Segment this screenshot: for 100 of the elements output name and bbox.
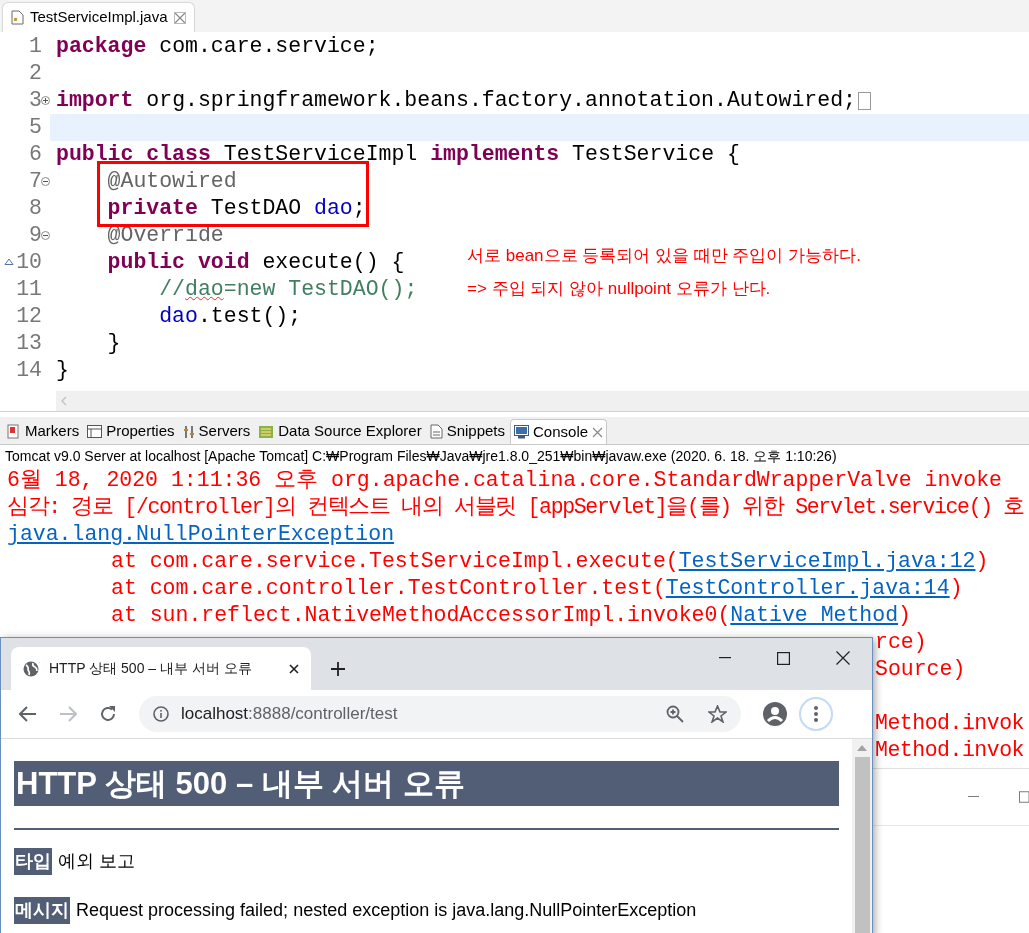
line-number: 13 [16,330,42,358]
code-token: public class [56,141,211,169]
line-number: 12 [16,303,42,331]
browser-tab[interactable]: HTTP 상태 500 – 내부 서버 오류 [11,647,311,690]
code-token: @Autowired [106,168,237,196]
code-token: org.springframework.beans.factory.annotation.Autowired; [145,87,856,115]
vertical-scrollbar[interactable] [852,739,872,933]
account-icon[interactable] [763,702,787,726]
console-link[interactable]: TestServiceImpl.java:12 [678,548,976,575]
code-token: implements [430,141,560,169]
code-token: } [106,330,121,358]
line-number: 10 [16,249,42,277]
info-icon[interactable] [153,706,169,722]
page-heading: HTTP 상태 500 – 내부 서버 오류 [14,761,839,806]
field-label: 타입 [14,848,52,875]
console-text: ) [898,602,911,629]
database-icon [258,423,275,440]
table-icon [87,425,103,438]
menu-button[interactable] [799,697,833,731]
field-value: 예외 보고 [58,850,135,873]
scrollbar-thumb[interactable] [854,757,870,933]
console-link[interactable]: Native Method [730,602,899,629]
console-link[interactable]: java.lang.NullPointerException [7,521,395,548]
console-text: 심각: 경로 [/controller]의 컨텍스트 내의 서블릿 [appServlet]을(를) 위한 Servlet.service() 호 [7,494,1024,521]
code-token: } [56,357,69,385]
code-token: TestService { [571,141,740,169]
code-token: ; [352,195,366,223]
code-token: import [56,87,134,115]
panel-tab[interactable]: Snippets [426,419,508,444]
line-number: 7 [29,168,42,196]
panel-tab[interactable]: Markers [4,419,83,444]
code-token: public void [106,249,250,277]
console-text: at com.care.service.TestServiceImpl.execute( [111,548,679,575]
collapse-icon[interactable] [41,177,50,186]
code-token: TestDAO [209,195,303,223]
code-token: dao [185,276,224,304]
console-link[interactable]: TestController.java:14 [665,575,950,602]
code-token: execute() { [261,249,405,277]
line-number: 1 [29,33,42,61]
code-token: com.care.service; [158,33,379,61]
new-tab-icon[interactable] [331,662,345,676]
document-icon [429,424,443,439]
server-icon [182,424,195,439]
console-text: ) [949,575,963,602]
line-number: 3 [29,87,42,115]
star-icon[interactable] [708,705,727,723]
code-token: // [158,276,186,304]
line-number: 9 [29,222,42,250]
code-token: TestServiceImpl [222,141,419,169]
close-icon[interactable] [836,651,850,665]
line-number: 8 [29,195,42,223]
annotation-note: 서로 bean으로 등록되어 있을 때만 주입이 가능하다. [467,245,861,267]
panel-tab[interactable]: Servers [179,419,254,444]
field-value: Request processing failed; nested exception is java.lang.NullPointerException [76,899,697,922]
console-text: 6월 18, 2020 1:11:36 오후 org.apache.catalina.core.StandardWrapperValve invoke [7,467,1002,494]
horizontal-scrollbar[interactable] [56,391,1029,411]
close-icon[interactable] [289,663,299,674]
annotation-note: => 주입 되지 않아 nullpoint 오류가 난다. [467,278,772,300]
browser-tab-title: HTTP 상태 500 – 내부 서버 오류 [49,659,253,678]
minimize-icon[interactable] [719,657,731,659]
reload-icon[interactable] [99,705,117,723]
url-text: localhost:8888/controller/test [181,703,399,726]
menu-icon[interactable] [814,706,818,722]
code-token: private [106,195,198,223]
line-number: 2 [29,60,42,88]
back-icon[interactable] [19,706,37,722]
console-text: Source) [875,656,966,683]
code-token: =new TestDAO(); [223,276,418,304]
field-label: 메시지 [14,897,70,924]
line-number: 6 [29,141,42,169]
minimize-icon[interactable] [968,796,980,798]
panel-tab[interactable]: Console [510,419,608,444]
code-token: .test(); [197,303,302,331]
code-token: dao [158,303,198,331]
code-token: package [56,33,147,61]
console-process-label: Tomcat v9.0 Server at localhost [Apache Tomcat] C:₩Program Files₩Java₩jre1.8.0_251₩bin₩javaw.exe (2020. 6. 18. 오후 1:10:26) [4,446,838,466]
folded-code-icon[interactable] [857,91,871,110]
panel-tab[interactable]: Properties [84,419,178,444]
editor-tab[interactable]: TestServiceImpl.java [2,2,195,32]
console-text: at sun.reflect.NativeMethodAccessorImpl.invoke0( [111,602,731,629]
console-text: at com.care.controller.TestController.test( [111,575,666,602]
collapse-icon[interactable] [41,231,50,240]
code-token: dao [314,195,353,223]
line-number: 11 [16,276,42,304]
zoom-icon[interactable] [666,705,684,723]
console-text: ) [975,548,989,575]
tab-title: TestServiceImpl.java [30,7,168,28]
expand-icon[interactable] [41,96,50,105]
marker-list-icon [7,424,21,439]
console-text: Method.invok [875,710,1024,737]
globe-icon [23,660,39,677]
maximize-icon[interactable] [777,651,790,665]
panel-tab[interactable]: Data Source Explorer [255,419,425,444]
line-number: 14 [16,357,42,385]
console-text: rce) [875,629,927,656]
monitor-icon [514,425,529,439]
code-token: @Override [106,222,224,250]
line-number: 5 [29,114,42,142]
file-icon [11,10,24,25]
address-bar[interactable]: localhost:8888/controller/test [139,696,741,732]
